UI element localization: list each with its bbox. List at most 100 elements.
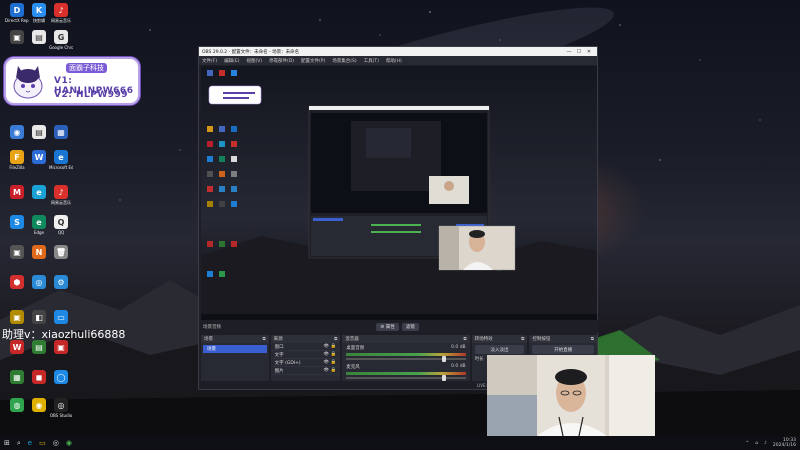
- desktop-icon-label: 快剪辑: [33, 18, 45, 23]
- edge-icon: e: [32, 215, 46, 229]
- desktop-icon[interactable]: S: [5, 215, 29, 230]
- desktop-icon[interactable]: ◉: [5, 125, 29, 140]
- app-icon: K: [32, 3, 46, 17]
- desktop-icon[interactable]: K 快剪辑: [27, 3, 51, 24]
- menu-file[interactable]: 文件(F): [202, 58, 217, 64]
- obs-titlebar[interactable]: OBS 29.0.2 - 配置文件：未命名 - 场景：未命名 — ☐ ✕: [199, 47, 597, 56]
- desktop-icon[interactable]: ▦: [49, 125, 73, 140]
- desktop-icon[interactable]: M: [5, 185, 29, 200]
- desktop-icon[interactable]: ▣: [5, 245, 29, 260]
- dock-menu-icon[interactable]: ⧉: [521, 336, 524, 342]
- edge-icon[interactable]: e: [28, 439, 32, 447]
- desktop-icon[interactable]: e Edge: [27, 215, 51, 235]
- desktop-icon[interactable]: ◎ OBS Studio: [49, 398, 73, 418]
- desktop-icon[interactable]: ◧: [27, 310, 51, 325]
- source-name: 图片: [274, 369, 284, 374]
- volume-icon[interactable]: ♪: [764, 441, 767, 446]
- obs-preview[interactable]: [201, 66, 597, 320]
- desktop-icon[interactable]: ♪ 网易云音乐: [49, 185, 73, 206]
- desktop-icon[interactable]: ◯: [49, 370, 73, 385]
- desktop-icon[interactable]: ◼: [27, 370, 51, 385]
- menu-docks[interactable]: 停靠部件(D): [269, 58, 294, 64]
- settings-icon: ⚙: [54, 275, 68, 289]
- menu-edit[interactable]: 编辑(E): [224, 58, 239, 64]
- menu-profile[interactable]: 配置文件(P): [301, 58, 325, 64]
- word-icon: W: [32, 150, 46, 164]
- dock-menu-icon[interactable]: ⧉: [463, 336, 466, 342]
- desktop-icon[interactable]: e: [27, 185, 51, 200]
- dock-menu-icon[interactable]: ⧉: [334, 336, 337, 342]
- menu-scene-collection[interactable]: 场景集合(S): [332, 58, 356, 64]
- volume-slider[interactable]: [346, 375, 466, 381]
- windows-icon[interactable]: ⊞: [4, 439, 10, 447]
- edge-icon: e: [54, 150, 68, 164]
- taskbar: ⊞ ⌕ e ▭ ◎ ◉ ^ ⌂ ♪ 10:33 2024/1/16: [0, 436, 800, 450]
- start-streaming-button[interactable]: 开始直播: [532, 345, 595, 354]
- clock-date[interactable]: 2024/1/16: [773, 443, 796, 448]
- visibility-icon[interactable]: 👁 🔒: [324, 352, 337, 357]
- obs-window[interactable]: OBS 29.0.2 - 配置文件：未命名 - 场景：未命名 — ☐ ✕ 文件(…: [198, 46, 599, 390]
- app-icon: W: [10, 340, 24, 354]
- scenes-dock: 场景 ⧉ 场景: [201, 335, 269, 381]
- desktop-icon[interactable]: W: [27, 150, 51, 165]
- scene-item[interactable]: 场景: [203, 345, 267, 353]
- desktop-icon[interactable]: ▦: [5, 370, 29, 385]
- desktop-icon[interactable]: ◉: [27, 398, 51, 413]
- music-icon: ♪: [54, 3, 68, 17]
- minimize-icon[interactable]: —: [564, 49, 574, 55]
- desktop-icon[interactable]: ▤: [27, 340, 51, 355]
- properties-button[interactable]: ⚙ 属性: [376, 322, 399, 331]
- visibility-icon[interactable]: 👁 🔒: [324, 344, 337, 349]
- source-item[interactable]: 窗口 👁 🔒: [270, 343, 341, 351]
- desktop-icon-label: QQ: [57, 230, 65, 235]
- desktop-icon[interactable]: ▣: [5, 30, 29, 45]
- source-item[interactable]: 文字 👁 🔒: [270, 351, 341, 359]
- volume-slider[interactable]: [346, 356, 466, 362]
- desktop-icon[interactable]: ◍: [5, 398, 29, 413]
- chevron-up-icon[interactable]: ^: [745, 441, 749, 446]
- channel-name: 麦克风: [346, 365, 360, 370]
- chrome-icon[interactable]: ◉: [66, 439, 72, 447]
- folder-icon[interactable]: ▭: [39, 439, 46, 447]
- desktop-icon[interactable]: ⚙: [49, 275, 73, 290]
- visibility-icon[interactable]: 👁 🔒: [324, 360, 337, 365]
- desktop-icon[interactable]: ▭: [49, 310, 73, 325]
- obs-icon[interactable]: ◎: [53, 439, 59, 447]
- desktop-icon[interactable]: DDirectX Repair: [5, 3, 29, 23]
- close-icon[interactable]: ✕: [584, 49, 594, 55]
- dock-menu-icon[interactable]: ⧉: [262, 336, 265, 342]
- menu-tools[interactable]: 工具(T): [364, 58, 379, 64]
- transition-select[interactable]: 淡入淡出: [474, 345, 525, 354]
- desktop-icon-label: FileZilla: [9, 165, 25, 170]
- source-item[interactable]: 图片 👁 🔒: [270, 367, 341, 375]
- desktop-icon[interactable]: ▤: [27, 125, 51, 140]
- desktop-icon[interactable]: ▣: [49, 340, 73, 355]
- desktop-icon[interactable]: N: [27, 245, 51, 260]
- desktop-icon[interactable]: ▤: [27, 30, 51, 45]
- menu-view[interactable]: 视图(V): [246, 58, 262, 64]
- network-icon[interactable]: ⌂: [755, 441, 758, 446]
- desktop-icon[interactable]: ◎: [27, 275, 51, 290]
- desktop-icon[interactable]: 🗑: [49, 245, 73, 260]
- desktop-icon[interactable]: W: [5, 340, 29, 355]
- volume-meter: [346, 372, 466, 375]
- desktop-icon[interactable]: ♪ 网易云音乐: [49, 3, 73, 24]
- maximize-icon[interactable]: ☐: [574, 49, 584, 55]
- desktop-icon[interactable]: ▣: [5, 310, 29, 325]
- visibility-icon[interactable]: 👁 🔒: [324, 368, 337, 373]
- controls-dock-title: 控制按钮: [532, 337, 551, 342]
- desktop-icon[interactable]: F FileZilla: [5, 150, 29, 170]
- desktop-icon[interactable]: GGoogle Chrome: [49, 30, 73, 50]
- source-item[interactable]: 文字 (GDI+) 👁 🔒: [270, 359, 341, 367]
- desktop-icon[interactable]: ⬢: [5, 275, 29, 290]
- app-icon: ◯: [54, 370, 68, 384]
- mixer-channel: 麦克风 0.0 dB: [342, 362, 469, 381]
- desktop-icon[interactable]: eMicrosoft Edge: [49, 150, 73, 170]
- filters-button[interactable]: 滤镜: [401, 322, 419, 331]
- preview-capture: [201, 66, 597, 320]
- dock-menu-icon[interactable]: ⧉: [591, 336, 594, 342]
- desktop-icon-label: OBS Studio: [49, 413, 73, 418]
- desktop-icon[interactable]: Q QQ: [49, 215, 73, 235]
- search-icon[interactable]: ⌕: [17, 439, 21, 448]
- menu-help[interactable]: 帮助(H): [386, 58, 402, 64]
